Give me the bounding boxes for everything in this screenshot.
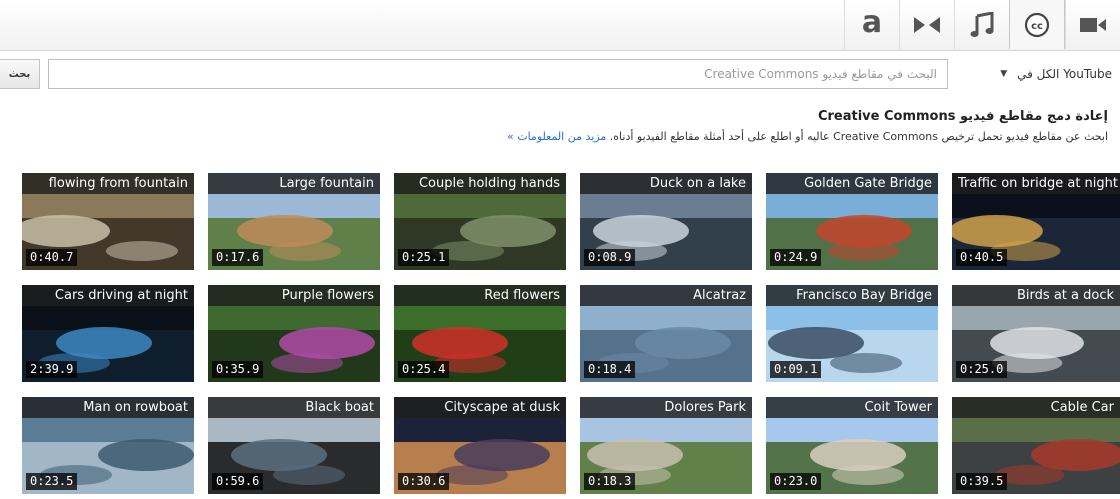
video-duration: 0:24.9 [770, 249, 822, 266]
video-title: Francisco Bay Bridge [766, 285, 938, 306]
video-title: Red flowers [394, 285, 566, 306]
tab-text[interactable]: a [844, 0, 899, 49]
search-scope-dropdown[interactable]: ▼ الكل في YouTube [962, 59, 1112, 89]
video-title: Purple flowers [208, 285, 380, 306]
tab-video[interactable] [1065, 0, 1120, 49]
video-duration: 0:39.5 [956, 473, 1008, 490]
top-toolbar: a cc [0, 0, 1120, 51]
video-duration: 0:35.9 [212, 361, 264, 378]
search-scope-label: الكل في YouTube [1017, 67, 1112, 81]
description-text: ابحث عن مقاطع فيديو تحمل ترخيص Creative … [609, 130, 1108, 143]
video-title: Coit Tower [766, 397, 938, 418]
svg-text:cc: cc [1031, 21, 1043, 32]
video-tile[interactable]: Cable Car 0:39.5 [952, 397, 1120, 494]
video-duration: 0:08.9 [584, 249, 636, 266]
video-title: Traffic on bridge at night [952, 173, 1120, 194]
video-tile[interactable]: Alcatraz 0:18.4 [580, 285, 752, 382]
video-duration: 0:18.3 [584, 473, 636, 490]
video-tile[interactable]: Man on rowboat 0:23.5 [22, 397, 194, 494]
tab-transitions[interactable] [899, 0, 954, 49]
video-title: Black boat [208, 397, 380, 418]
video-tile[interactable]: Duck on a lake 0:08.9 [580, 173, 752, 270]
video-tile[interactable]: Golden Gate Bridge 0:24.9 [766, 173, 938, 270]
video-duration: 0:30.6 [398, 473, 450, 490]
video-tile[interactable]: Birds at a dock 0:25.0 [952, 285, 1120, 382]
video-tile[interactable]: Cars driving at night 2:39.9 [22, 285, 194, 382]
search-row: بحث ▼ الكل في YouTube [0, 57, 1120, 91]
video-duration: 0:25.1 [398, 249, 450, 266]
video-duration: 0:18.4 [584, 361, 636, 378]
page-title: إعادة دمج مقاطع فيديو Creative Commons [817, 109, 1108, 124]
video-duration: 2:39.9 [26, 361, 78, 378]
video-title: Birds at a dock [952, 285, 1120, 306]
page-description: ابحث عن مقاطع فيديو تحمل ترخيص Creative … [507, 130, 1108, 143]
video-duration: 0:40.5 [956, 249, 1008, 266]
video-tile[interactable]: Traffic on bridge at night 0:40.5 [952, 173, 1120, 270]
video-title: Cityscape at dusk [394, 397, 566, 418]
video-tile[interactable]: flowing from fountain 0:40.7 [22, 173, 194, 270]
tab-audio[interactable] [954, 0, 1009, 49]
video-duration: 0:25.0 [956, 361, 1008, 378]
video-tile[interactable]: Red flowers 0:25.4 [394, 285, 566, 382]
video-duration: 0:25.4 [398, 361, 450, 378]
search-button[interactable]: بحث [0, 59, 40, 89]
text-a-icon: a [861, 4, 883, 40]
video-duration: 0:23.0 [770, 473, 822, 490]
video-duration: 0:09.1 [770, 361, 822, 378]
video-title: Couple holding hands [394, 173, 566, 194]
video-title: flowing from fountain [22, 173, 194, 194]
dropdown-arrow-icon: ▼ [1000, 69, 1008, 79]
video-tile[interactable]: Purple flowers 0:35.9 [208, 285, 380, 382]
video-title: Duck on a lake [580, 173, 752, 194]
video-duration: 0:59.6 [212, 473, 264, 490]
more-info-link[interactable]: مزيد من المعلومات » [507, 130, 606, 143]
video-tile[interactable]: Couple holding hands 0:25.1 [394, 173, 566, 270]
music-note-icon [970, 11, 994, 37]
video-tile[interactable]: Cityscape at dusk 0:30.6 [394, 397, 566, 494]
creative-commons-icon: cc [1024, 12, 1050, 37]
video-duration: 0:40.7 [26, 249, 78, 266]
video-title: Man on rowboat [22, 397, 194, 418]
video-title: Alcatraz [580, 285, 752, 306]
video-duration: 0:23.5 [26, 473, 78, 490]
video-grid: flowing from fountain 0:40.7 Large fountai… [0, 173, 1120, 499]
video-title: Cars driving at night [22, 285, 194, 306]
search-input[interactable] [48, 59, 948, 89]
video-tile[interactable]: Francisco Bay Bridge 0:09.1 [766, 285, 938, 382]
editor-tool-tabs: a cc [844, 0, 1120, 50]
video-tile[interactable]: Dolores Park 0:18.3 [580, 397, 752, 494]
transition-icon [914, 16, 940, 33]
video-tile[interactable]: Large fountain 0:17.6 [208, 173, 380, 270]
video-tile[interactable]: Black boat 0:59.6 [208, 397, 380, 494]
video-tile[interactable]: Coit Tower 0:23.0 [766, 397, 938, 494]
video-title: Golden Gate Bridge [766, 173, 938, 194]
video-title: Dolores Park [580, 397, 752, 418]
tab-creative-commons[interactable]: cc [1009, 0, 1065, 49]
video-title: Cable Car [952, 397, 1120, 418]
video-title: Large fountain [208, 173, 380, 194]
video-duration: 0:17.6 [212, 249, 264, 266]
video-camera-icon [1080, 17, 1106, 32]
